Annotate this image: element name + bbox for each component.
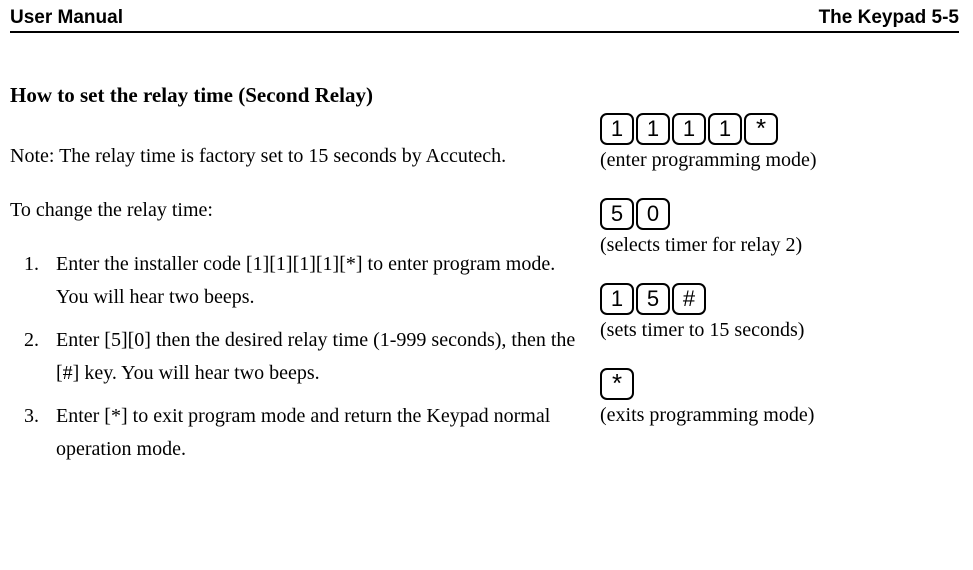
key-sequence: 5 0 (selects timer for relay 2) [600,198,959,257]
sequence-caption: (enter programming mode) [600,149,959,172]
header-left: User Manual [10,7,123,29]
key-sequence: * (exits programming mode) [600,368,959,427]
keypad-key-star: * [744,113,778,145]
lead-text: To change the relay time: [10,194,590,226]
factory-note: Note: The relay time is factory set to 1… [10,140,590,172]
keypad-key: 0 [636,198,670,230]
sequence-caption: (selects timer for relay 2) [600,234,959,257]
keypad-key: 1 [672,113,706,145]
keypad-key: 1 [636,113,670,145]
keypad-key: 1 [600,113,634,145]
keypad-key-star: * [600,368,634,400]
key-sequence: 1 1 1 1 * (enter programming mode) [600,113,959,172]
page-header: User Manual The Keypad 5-5 [10,7,959,33]
header-right: The Keypad 5-5 [819,7,959,29]
sequence-caption: (exits programming mode) [600,404,959,427]
keypad-key: 1 [708,113,742,145]
steps-list: Enter the installer code [1][1][1][1][*]… [44,248,590,466]
keypad-key: 5 [636,283,670,315]
keypad-key: 1 [600,283,634,315]
step-item: Enter [5][0] then the desired relay time… [44,324,590,390]
keypad-key: 5 [600,198,634,230]
step-item: Enter [*] to exit program mode and retur… [44,400,590,466]
key-sequence: 1 5 # (sets timer to 15 seconds) [600,283,959,342]
step-item: Enter the installer code [1][1][1][1][*]… [44,248,590,314]
sequence-caption: (sets timer to 15 seconds) [600,319,959,342]
keypad-key-hash: # [672,283,706,315]
section-title: How to set the relay time (Second Relay) [10,83,590,108]
